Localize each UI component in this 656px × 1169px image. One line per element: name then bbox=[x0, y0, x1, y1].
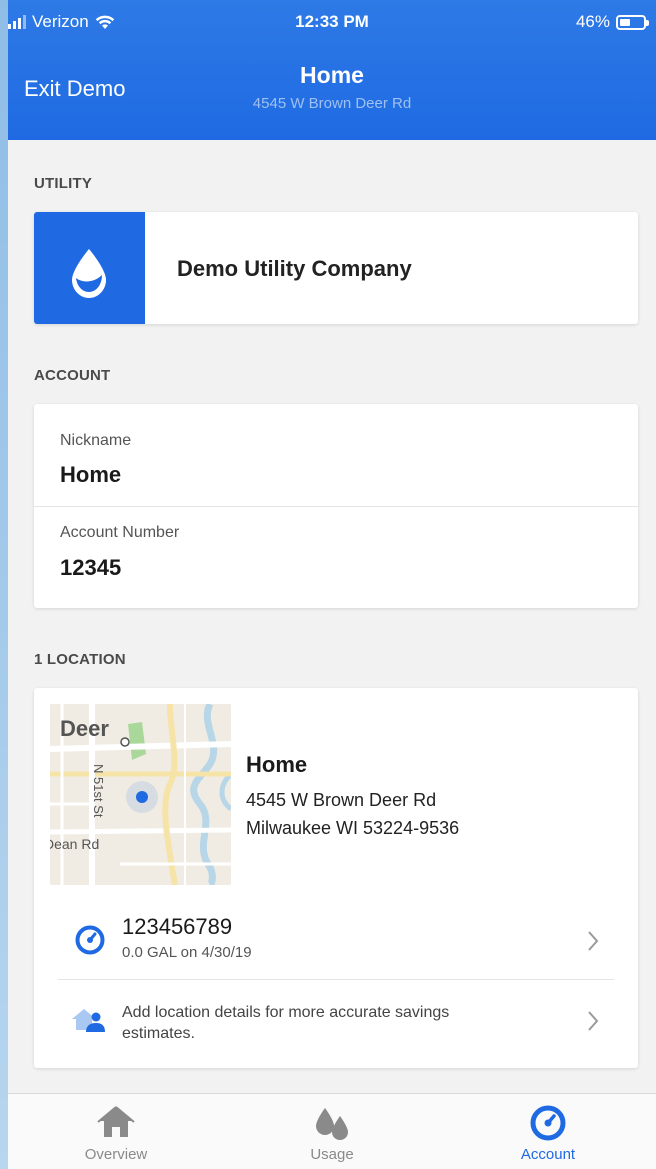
water-drops-icon bbox=[316, 1108, 348, 1140]
tab-account[interactable]: Account bbox=[440, 1094, 656, 1169]
account-card: Nickname Home Account Number 12345 bbox=[34, 404, 638, 608]
battery-level bbox=[620, 18, 630, 26]
house-person-icon bbox=[72, 1009, 105, 1032]
utility-icon-box bbox=[34, 212, 145, 324]
map-graphic: Deer N 51st St Dean Rd bbox=[50, 704, 231, 885]
location-details-row[interactable]: Add location details for more accurate s… bbox=[58, 984, 614, 1056]
tab-usage-label: Usage bbox=[310, 1146, 354, 1163]
location-section-label: 1 LOCATION bbox=[34, 651, 126, 668]
house-icon bbox=[97, 1106, 135, 1137]
account-number-label: Account Number bbox=[60, 524, 180, 541]
meter-row[interactable]: 123456789 0.0 GAL on 4/30/19 bbox=[58, 906, 614, 978]
navigation-header: Verizon 12:33 PM 46% Exit Demo Home 4545… bbox=[8, 0, 656, 140]
account-number-value: 12345 bbox=[60, 555, 122, 580]
meter-reading: 0.0 GAL on 4/30/19 bbox=[122, 944, 252, 961]
utility-card[interactable]: Demo Utility Company bbox=[34, 212, 638, 324]
app-screen: Verizon 12:33 PM 46% Exit Demo Home 4545… bbox=[8, 0, 656, 1169]
page-title: Home bbox=[300, 62, 364, 88]
status-time: 12:33 PM bbox=[295, 12, 369, 31]
divider bbox=[58, 979, 614, 980]
meter-gauge-icon bbox=[530, 1105, 566, 1141]
battery-icon bbox=[616, 14, 649, 30]
meter-id: 123456789 bbox=[122, 914, 233, 939]
nickname-value: Home bbox=[60, 462, 122, 487]
location-name: Home bbox=[246, 752, 308, 777]
tab-bar: Overview Usage Account bbox=[8, 1093, 656, 1169]
utility-section-label: UTILITY bbox=[34, 175, 93, 192]
location-address-line1: 4545 W Brown Deer Rd bbox=[246, 790, 437, 810]
location-address-line2: Milwaukee WI 53224-9536 bbox=[246, 818, 460, 838]
page-subtitle: 4545 W Brown Deer Rd bbox=[252, 95, 412, 112]
location-card: Deer N 51st St Dean Rd Home 4545 W Brown… bbox=[34, 688, 638, 1068]
status-bar: Verizon 12:33 PM 46% bbox=[8, 0, 656, 44]
status-right: 46% bbox=[575, 12, 649, 32]
map-label-street: N 51st St bbox=[91, 764, 106, 818]
battery-percent: 46% bbox=[575, 12, 610, 31]
divider bbox=[34, 506, 638, 507]
meter-gauge-icon bbox=[75, 925, 105, 955]
utility-name: Demo Utility Company bbox=[177, 256, 412, 281]
tab-usage[interactable]: Usage bbox=[224, 1094, 440, 1169]
tab-overview[interactable]: Overview bbox=[8, 1094, 224, 1169]
chevron-right-icon bbox=[588, 931, 599, 951]
tab-overview-label: Overview bbox=[84, 1146, 148, 1163]
location-map[interactable]: Deer N 51st St Dean Rd bbox=[50, 704, 231, 885]
tab-account-label: Account bbox=[520, 1146, 576, 1163]
account-section-label: ACCOUNT bbox=[34, 367, 111, 384]
map-label-dean: Dean Rd bbox=[50, 836, 99, 852]
map-label-deer: Deer bbox=[60, 716, 109, 741]
location-details-text: Add location details for more accurate s… bbox=[122, 1004, 450, 1042]
nickname-label: Nickname bbox=[60, 432, 132, 449]
water-drop-icon bbox=[72, 249, 106, 298]
window-edge bbox=[0, 0, 8, 1169]
chevron-right-icon bbox=[588, 1011, 599, 1031]
